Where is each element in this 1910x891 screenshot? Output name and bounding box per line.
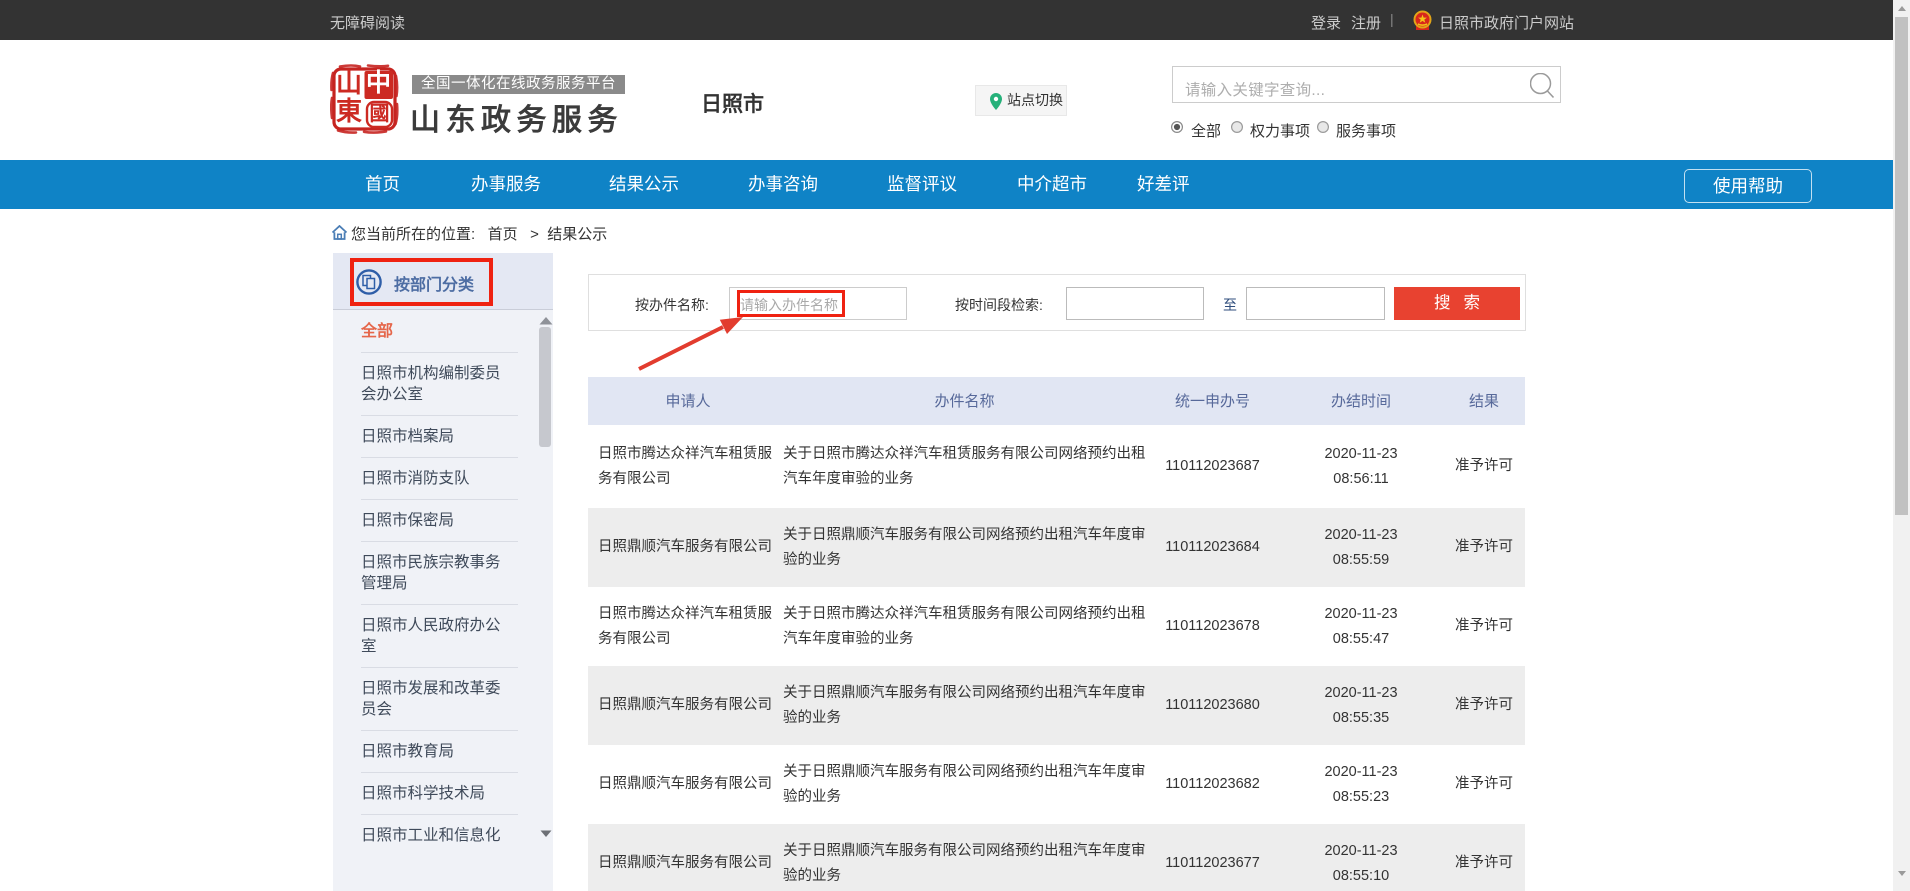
svg-text:國: 國: [370, 103, 390, 125]
svg-text:山: 山: [336, 69, 362, 98]
svg-text:東: 東: [336, 97, 362, 126]
svg-text:中: 中: [366, 69, 391, 97]
